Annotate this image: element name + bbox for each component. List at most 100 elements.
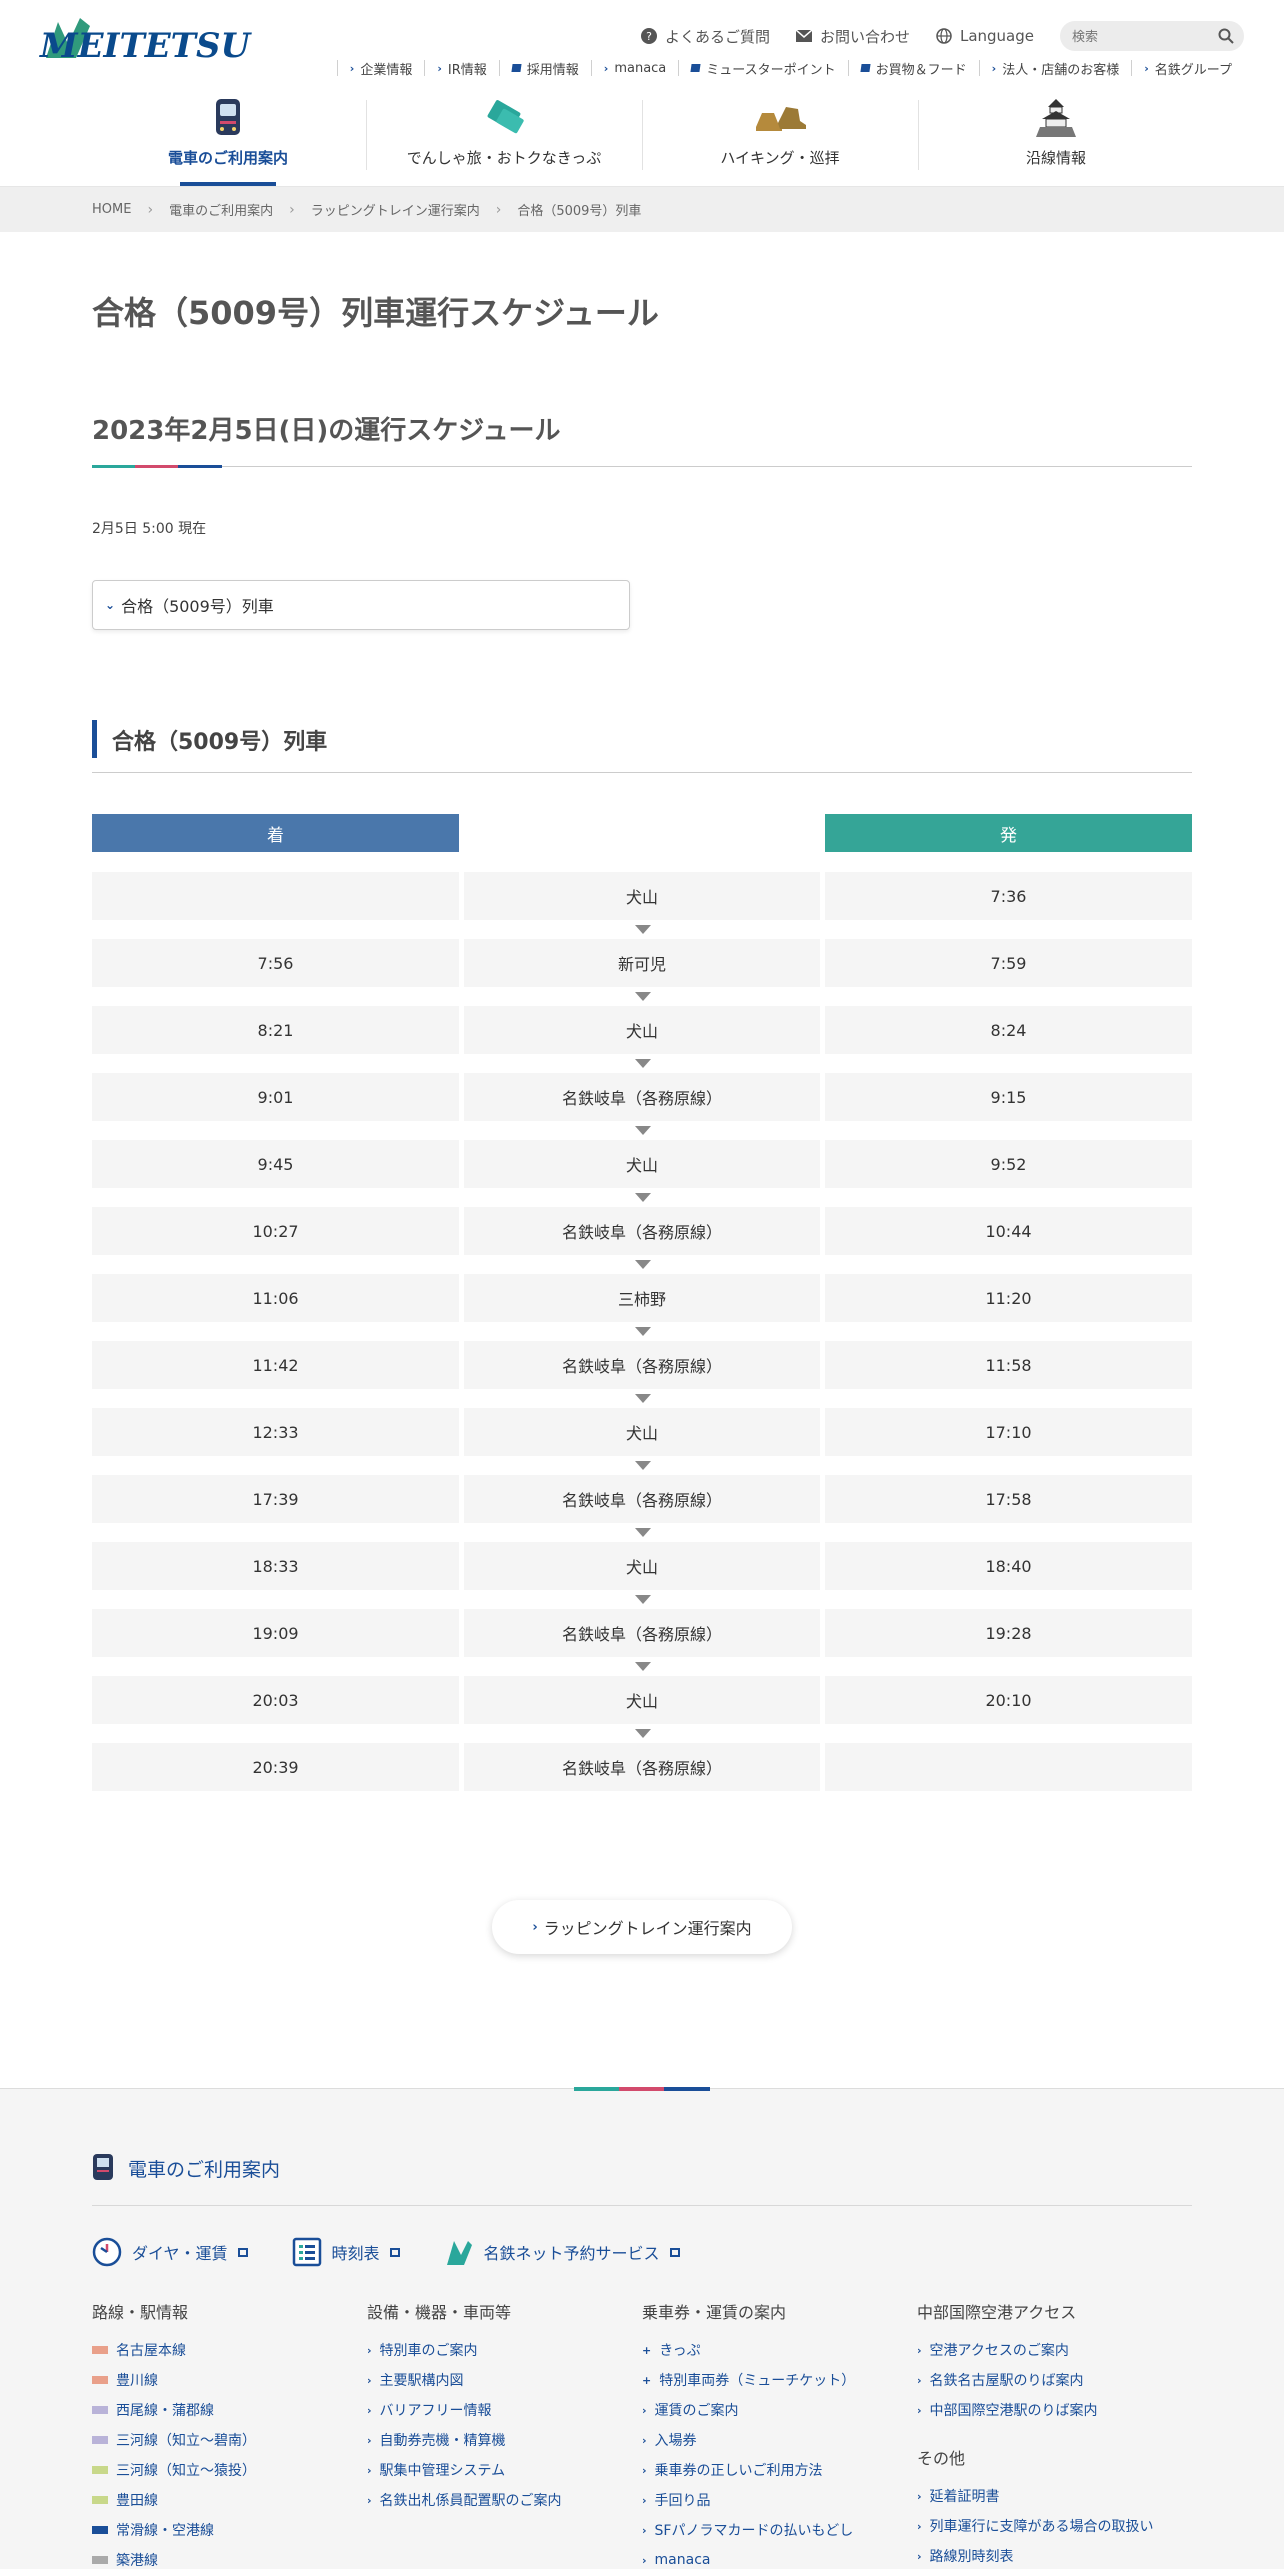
- subnav-recruit[interactable]: 採用情報: [498, 60, 591, 78]
- utility-nav: ? よくあるご質問 お問い合わせ Language: [640, 20, 1244, 52]
- footer-link[interactable]: 豊川線: [92, 2365, 367, 2395]
- station-name: 犬山: [464, 872, 820, 920]
- hiking-boots-icon: [756, 107, 806, 131]
- meitetsu-logo[interactable]: MEITETSU: [40, 14, 250, 66]
- station-name: 犬山: [464, 1676, 820, 1724]
- language-link[interactable]: Language: [936, 27, 1034, 45]
- footer-link[interactable]: › 入場券: [642, 2425, 917, 2455]
- arrival-time: 8:21: [92, 1006, 459, 1054]
- globe-icon: [936, 28, 952, 44]
- arrival-time: 12:33: [92, 1408, 459, 1456]
- timetable-link[interactable]: 時刻表: [292, 2237, 400, 2267]
- timetable-row: 20:03 犬山 20:10: [92, 1676, 1192, 1724]
- footer-link[interactable]: › バリアフリー情報: [367, 2395, 642, 2425]
- subnav-mustar-point[interactable]: ミュースターポイント: [678, 60, 847, 78]
- footer-link[interactable]: 豊田線: [92, 2485, 367, 2515]
- footer-section-title[interactable]: 電車のご利用案内: [128, 2155, 280, 2182]
- footer-link[interactable]: › 名鉄出札係員配置駅のご案内: [367, 2485, 642, 2515]
- footer-link-label: 特別車両券（ミューチケット）: [659, 2373, 856, 2389]
- departure-time: 11:58: [825, 1341, 1192, 1389]
- footer-link[interactable]: › 列車運行に支障がある場合の取扱い: [917, 2511, 1192, 2541]
- footer-link[interactable]: › 名鉄名古屋駅のりば案内: [917, 2365, 1192, 2395]
- fare-timetable-link[interactable]: ダイヤ・運賃: [92, 2237, 248, 2267]
- subnav-shopping-food[interactable]: お買物＆フード: [847, 60, 979, 78]
- down-arrow-icon: [635, 1260, 651, 1269]
- search-input[interactable]: [1070, 25, 1214, 49]
- footer-link[interactable]: › 延着証明書: [917, 2481, 1192, 2511]
- wrapping-train-guide-button[interactable]: › ラッピングトレイン運行案内: [492, 1900, 792, 1954]
- station-name: 名鉄岐阜（各務原線）: [464, 1475, 820, 1523]
- footer-link[interactable]: › 運賃のご案内: [642, 2395, 917, 2425]
- footer-link-label: 築港線: [116, 2553, 158, 2569]
- footer-link[interactable]: 常滑線・空港線: [92, 2515, 367, 2545]
- footer-link[interactable]: › 主要駅構内図: [367, 2365, 642, 2395]
- footer-link[interactable]: › 自動券売機・精算機: [367, 2425, 642, 2455]
- footer-link-label: 延着証明書: [929, 2489, 1000, 2505]
- gnav-travel-tickets[interactable]: でんしゃ旅・おトクなきっぷ: [366, 96, 642, 186]
- footer-link[interactable]: 三河線（知立〜碧南）: [92, 2425, 367, 2455]
- subnav-business[interactable]: › 法人・店舗のお客様: [978, 60, 1132, 78]
- search-icon[interactable]: [1218, 28, 1234, 44]
- breadcrumb-wrapping-train[interactable]: ラッピングトレイン運行案内: [311, 200, 480, 219]
- subnav-ir[interactable]: › IR情報: [424, 60, 498, 78]
- chevron-right-icon: ›: [917, 2403, 922, 2417]
- footer-link-label: 中部国際空港駅のりば案内: [929, 2403, 1098, 2419]
- timetable-row: 20:39 名鉄岐阜（各務原線）: [92, 1743, 1192, 1791]
- gnav-train-guide[interactable]: 電車のご利用案内: [90, 96, 366, 186]
- timetable-row: 18:33 犬山 18:40: [92, 1542, 1192, 1590]
- question-icon: ?: [640, 28, 657, 44]
- departure-time: 17:10: [825, 1408, 1192, 1456]
- contact-link[interactable]: お問い合わせ: [795, 26, 910, 47]
- external-link-icon: [237, 2247, 248, 2257]
- station-name: 犬山: [464, 1542, 820, 1590]
- timetable-row: 17:39 名鉄岐阜（各務原線） 17:58: [92, 1475, 1192, 1523]
- down-arrow-icon: [635, 1729, 651, 1738]
- footer-link[interactable]: 名古屋本線: [92, 2335, 367, 2365]
- footer-link[interactable]: 築港線: [92, 2545, 367, 2575]
- footer-link[interactable]: › 路線別時刻表: [917, 2541, 1192, 2571]
- breadcrumb-train-guide[interactable]: 電車のご利用案内: [169, 200, 273, 219]
- footer-link[interactable]: 三河線（知立〜猿投）: [92, 2455, 367, 2485]
- faq-link[interactable]: ? よくあるご質問: [640, 26, 770, 47]
- station-name: 新可児: [464, 939, 820, 987]
- plus-icon: ›: [642, 2403, 647, 2417]
- line-color-icon: [92, 2406, 108, 2414]
- subnav-group[interactable]: › 名鉄グループ: [1131, 60, 1244, 78]
- footer-link[interactable]: › 駅集中管理システム: [367, 2455, 642, 2485]
- footer-link-label: きっぷ: [659, 2343, 701, 2359]
- train-heading: 合格（5009号）列車: [112, 730, 328, 755]
- footer-link[interactable]: › 空港アクセスのご案内: [917, 2335, 1192, 2365]
- footer-link[interactable]: › 特別車のご案内: [367, 2335, 642, 2365]
- subnav-corporate[interactable]: › 企業情報: [336, 60, 425, 78]
- footer-link[interactable]: › manaca: [642, 2545, 917, 2575]
- footer-link[interactable]: › 乗車券の正しいご利用方法: [642, 2455, 917, 2485]
- departure-time: 8:24: [825, 1006, 1192, 1054]
- subnav-manaca[interactable]: › manaca: [590, 60, 679, 76]
- timetable-row: 11:06 三柿野 11:20: [92, 1274, 1192, 1322]
- station-name: 名鉄岐阜（各務原線）: [464, 1073, 820, 1121]
- footer-link[interactable]: + 特別車両券（ミューチケット）: [642, 2365, 917, 2395]
- footer-link[interactable]: + きっぷ: [642, 2335, 917, 2365]
- gnav-area-info[interactable]: 沿線情報: [918, 96, 1194, 186]
- footer-link[interactable]: › 手回り品: [642, 2485, 917, 2515]
- footer-link-label: 乗車券の正しいご利用方法: [654, 2463, 823, 2479]
- footer-link-label: 運賃のご案内: [654, 2403, 739, 2419]
- net-reservation-link[interactable]: 名鉄ネット予約サービス: [444, 2237, 680, 2267]
- station-name: 三柿野: [464, 1274, 820, 1322]
- breadcrumb-home[interactable]: HOME: [92, 202, 131, 217]
- departure-time: 7:59: [825, 939, 1192, 987]
- footer-link[interactable]: 西尾線・蒲郡線: [92, 2395, 367, 2425]
- plus-icon: +: [642, 2343, 652, 2357]
- footer-link[interactable]: › 中部国際空港駅のりば案内: [917, 2395, 1192, 2425]
- footer-link-label: 豊田線: [116, 2493, 158, 2509]
- plus-icon: ›: [642, 2493, 647, 2507]
- down-arrow-icon: [635, 1193, 651, 1202]
- toc-link-train[interactable]: ⌄ 合格（5009号）列車: [92, 580, 630, 630]
- footer-link-label: 特別車のご案内: [379, 2343, 478, 2359]
- gnav-hiking[interactable]: ハイキング・巡拝: [642, 96, 918, 186]
- footer-link[interactable]: › SFパノラマカードの払いもどし: [642, 2515, 917, 2545]
- chevron-right-icon: ›: [532, 1919, 538, 1935]
- departure-time: 19:28: [825, 1609, 1192, 1657]
- external-link-icon: [860, 64, 871, 72]
- train-heading-block: 合格（5009号）列車: [92, 720, 1192, 773]
